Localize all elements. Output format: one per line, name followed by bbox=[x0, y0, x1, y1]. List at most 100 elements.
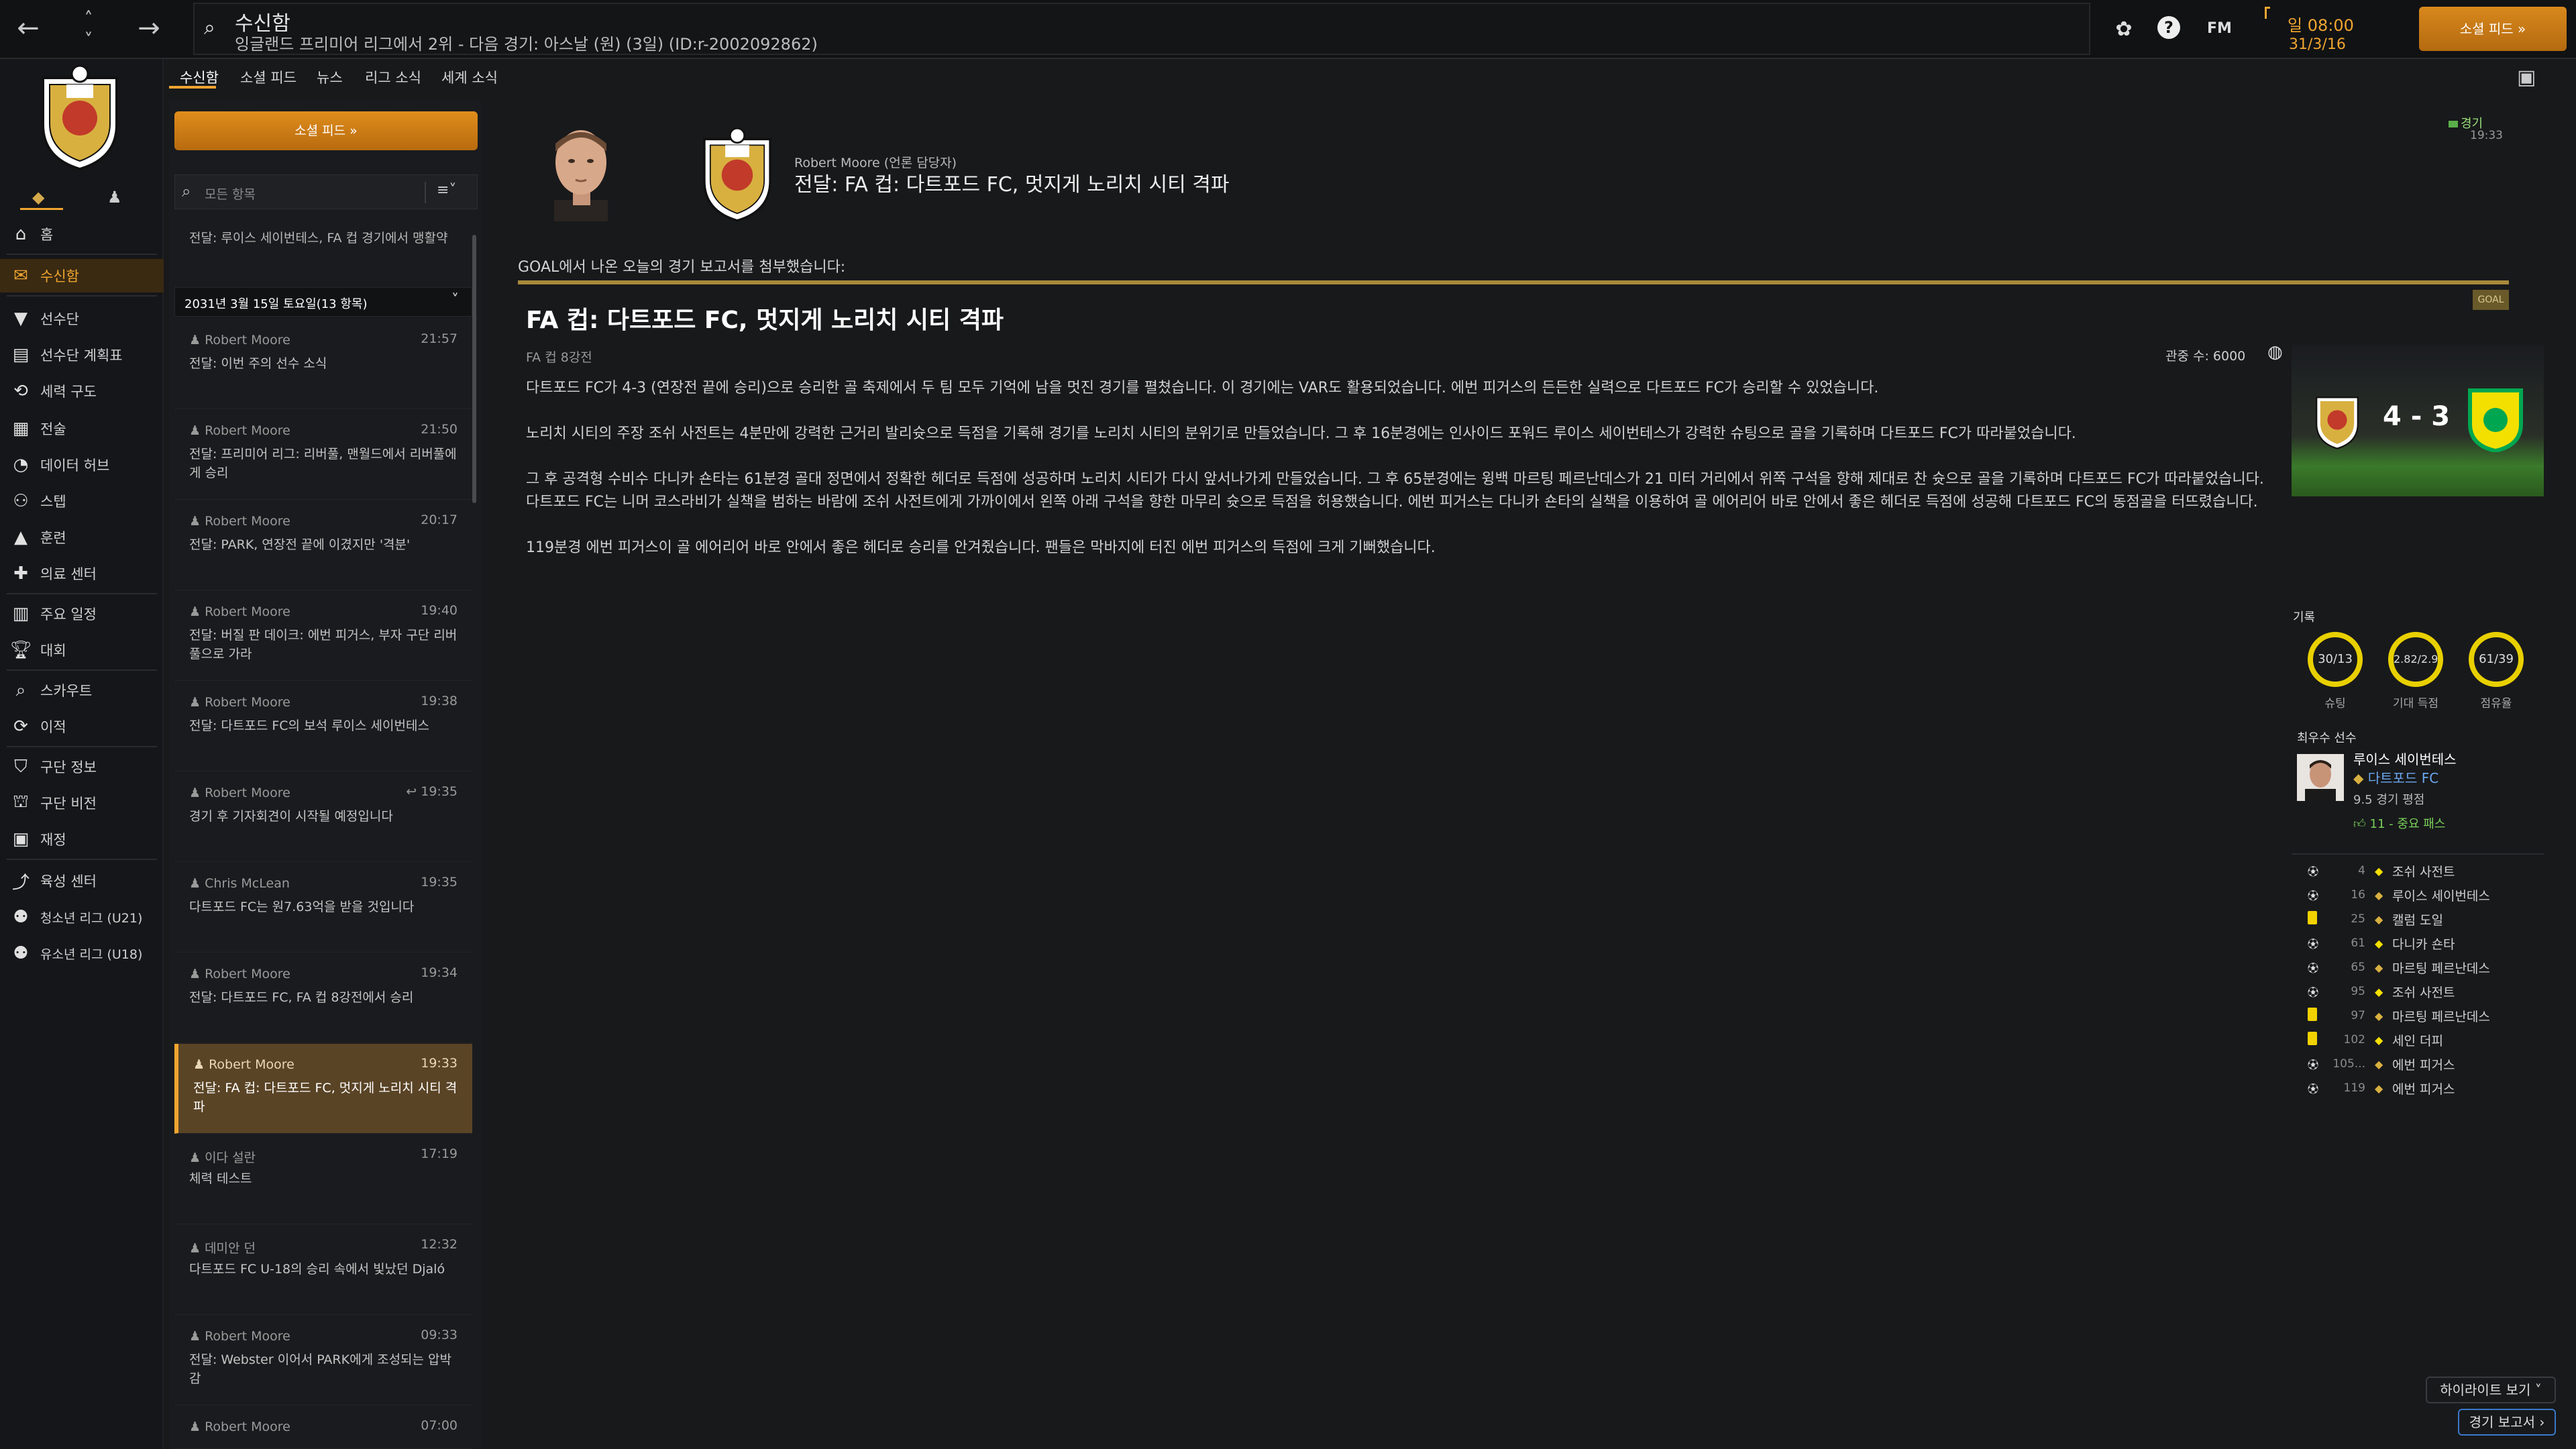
social-feed-button[interactable]: 소셜 피드 » bbox=[174, 111, 478, 150]
dartford-crest-icon: ◆ bbox=[2375, 1057, 2383, 1071]
tab-social-feed[interactable]: 소셜 피드 bbox=[240, 67, 297, 87]
nav-transfers[interactable]: ⟳ 이적 bbox=[0, 710, 164, 743]
nav-club-vision[interactable]: ⛫ 구단 비전 bbox=[0, 786, 164, 820]
source-badge: GOAL bbox=[2473, 290, 2509, 310]
nav-club-info[interactable]: ⛉ 구단 정보 bbox=[0, 750, 164, 784]
nav-u21-label: 청소년 리그 (U21) bbox=[40, 910, 143, 926]
message-subject: 다트포드 FC U-18의 승리 속에서 빛났던 Djaló bbox=[189, 1262, 445, 1277]
pinned-message[interactable]: 전달: 루이스 세이번테스, FA 컵 경기에서 맹활약 bbox=[189, 228, 471, 246]
nav-staff[interactable]: ⚇ 스텝 bbox=[0, 484, 164, 518]
club-info-icon: ⛉ bbox=[14, 756, 28, 777]
stat-shots-ring: 30/13 bbox=[2308, 632, 2363, 687]
club-icon[interactable]: ◆ bbox=[32, 188, 44, 207]
message-sender: ♟ Robert Moore bbox=[189, 695, 290, 710]
social-feed-top-button[interactable]: 소셜 피드 » bbox=[2419, 7, 2567, 51]
nav-squad-planner[interactable]: ▤ 선수단 계획표 bbox=[0, 338, 164, 372]
nav-club-vision-label: 구단 비전 bbox=[40, 796, 97, 812]
scouting-icon: ⌕ bbox=[15, 680, 26, 700]
match-score: 4 - 3 bbox=[2383, 401, 2451, 432]
list-item[interactable]: ♟ Robert Moore 20:17 전달: PARK, 연장전 끝에 이겼지만… bbox=[174, 500, 472, 590]
nav-training[interactable]: ▲ 훈련 bbox=[0, 521, 164, 554]
nav-schedule[interactable]: ▥ 주요 일정 bbox=[0, 597, 164, 631]
finance-icon: ▣ bbox=[12, 829, 30, 849]
nav-competitions[interactable]: 🏆︎ 대회 bbox=[0, 633, 164, 667]
list-item[interactable]: ♟ Robert Moore 19:40 전달: 버질 판 데이크: 에번 피거스,… bbox=[174, 591, 472, 681]
ball-icon: ⚽︎ bbox=[2308, 890, 2319, 902]
back-arrow-icon[interactable]: ← bbox=[15, 15, 42, 42]
nav-home[interactable]: ⌂ 홈 bbox=[0, 217, 164, 251]
list-item[interactable]: ♟ Robert Moore 19:38 전달: 다트포드 FC의 보석 루이스 세… bbox=[174, 682, 472, 771]
layout-icon[interactable]: ▣ bbox=[2517, 66, 2536, 89]
manager-icon[interactable]: ♟ bbox=[107, 188, 122, 207]
match-event: ⚽︎ 61 ◆ 다니카 숀타 bbox=[2308, 936, 2455, 952]
nav-medical-label: 의료 센터 bbox=[40, 566, 97, 582]
active-tab-indicator bbox=[169, 86, 216, 89]
top-bar: ← ˄ ˅ → ⌕ 수신함 잉글랜드 프리미어 리그에서 2위 - 다음 경기:… bbox=[0, 0, 2576, 59]
tab-inbox[interactable]: 수신함 bbox=[180, 67, 219, 87]
yellow-card-icon bbox=[2308, 911, 2328, 927]
nav-schedule-label: 주요 일정 bbox=[40, 606, 97, 623]
search-bar[interactable]: ⌕ 수신함 잉글랜드 프리미어 리그에서 2위 - 다음 경기: 아스날 (원)… bbox=[193, 3, 2090, 55]
list-item[interactable]: ♟ Robert Moore ↩ 19:35 경기 후 기자회견이 시작될 예정입니… bbox=[174, 772, 472, 862]
nav-inbox[interactable]: ✉ 수신함 bbox=[0, 259, 164, 292]
nav-squad[interactable]: ▼ 선수단 bbox=[0, 302, 164, 335]
list-item[interactable]: ♟ Robert Moore 07:00 bbox=[174, 1406, 472, 1449]
list-scrollbar[interactable] bbox=[472, 235, 476, 503]
motm-club[interactable]: ◆ 다트포드 FC bbox=[2353, 767, 2438, 787]
inbox-message-list: 소셜 피드 » ⌕ 모든 항목 ≡˅ 전달: 루이스 세이번테스, FA 컵 경… bbox=[169, 101, 482, 1449]
list-item[interactable]: ♟ 이다 설란 17:19 체력 테스트 bbox=[174, 1134, 472, 1224]
match-event: ⚽︎ 105... ◆ 에번 피거스 bbox=[2308, 1057, 2455, 1073]
list-item[interactable]: ♟ Robert Moore 19:34 전달: 다트포드 FC, FA 컵 8강전… bbox=[174, 953, 472, 1043]
highlights-button[interactable]: 하이라이트 보기 ˅ bbox=[2426, 1377, 2556, 1403]
forward-arrow-icon[interactable]: → bbox=[136, 15, 162, 42]
date-group-header[interactable]: 2031년 3월 15일 토요일(13 항목) ˅ bbox=[174, 287, 472, 317]
nav-medical[interactable]: ✚ 의료 센터 bbox=[0, 557, 164, 590]
filter-menu-icon[interactable]: ≡˅ bbox=[437, 182, 456, 199]
status-dot-icon bbox=[2449, 121, 2458, 127]
fm-menu-button[interactable]: FM bbox=[2207, 20, 2232, 37]
tab-league-news[interactable]: 리그 소식 bbox=[365, 67, 421, 87]
globe-icon[interactable]: ✿ bbox=[2110, 16, 2137, 43]
nav-scouting[interactable]: ⌕ 스카우트 bbox=[0, 674, 164, 707]
tab-news[interactable]: 뉴스 bbox=[317, 67, 343, 87]
nav-finances[interactable]: ▣ 재정 bbox=[0, 822, 164, 856]
match-report-button[interactable]: 경기 보고서 › bbox=[2458, 1409, 2556, 1436]
help-icon[interactable]: ? bbox=[2157, 16, 2180, 39]
nav-development[interactable]: ⤴ 육성 센터 bbox=[0, 864, 164, 898]
match-event: ⚽︎ 119 ◆ 에번 피거스 bbox=[2308, 1081, 2455, 1097]
corner-deco bbox=[2265, 7, 2270, 19]
list-item[interactable]: ♟ 데미안 던 12:32 다트포드 FC U-18의 승리 속에서 빛났던 Dja… bbox=[174, 1225, 472, 1315]
nav-tactics[interactable]: ▦ 전술 bbox=[0, 412, 164, 445]
list-item-selected[interactable]: ♟ Robert Moore 19:33 전달: FA 컵: 다트포드 FC, 멋지… bbox=[174, 1044, 472, 1134]
reply-icon: ↩ bbox=[406, 784, 421, 799]
message-sender: ♟ Robert Moore bbox=[193, 1057, 294, 1072]
norwich-crest-icon: ◆ bbox=[2375, 985, 2383, 998]
list-item[interactable]: ♟ Robert Moore 21:50 전달: 프리미어 리그: 리버풀, 맨월드… bbox=[174, 410, 472, 500]
ball-icon: ⚽︎ bbox=[2308, 962, 2319, 975]
current-date: 31/3/16 bbox=[2289, 36, 2346, 53]
nav-dynamics[interactable]: ⟲ 세력 구도 bbox=[0, 374, 164, 408]
nav-data-hub[interactable]: ◔ 데이터 허브 bbox=[0, 448, 164, 482]
dartford-crest-icon: ◆ bbox=[2375, 888, 2383, 902]
match-event: ⚽︎ 4 ◆ 조쉬 사전트 bbox=[2308, 864, 2455, 879]
chevron-down-icon[interactable]: ˅ bbox=[75, 27, 102, 54]
date-continue[interactable]: 일 08:00 31/3/16 bbox=[2265, 7, 2396, 54]
match-report-label: 경기 보고서 bbox=[2469, 1414, 2535, 1430]
list-item[interactable]: ♟ Robert Moore 21:57 전달: 이번 주의 선수 소식 bbox=[174, 319, 472, 409]
list-item[interactable]: ♟ Robert Moore 09:33 전달: Webster 이어서 PARK에… bbox=[174, 1316, 472, 1405]
motm-avatar[interactable] bbox=[2297, 754, 2344, 801]
nav-u21[interactable]: ⚉ 청소년 리그 (U21) bbox=[0, 900, 164, 934]
club-crest[interactable] bbox=[30, 64, 130, 172]
report-paragraph: 119분경 에번 피거스이 골 에어리어 바로 안에서 좋은 헤더로 승리를 안… bbox=[526, 539, 1436, 556]
nav-u18[interactable]: ⚉ 유소년 리그 (U18) bbox=[0, 936, 164, 970]
scoreboard[interactable]: 4 - 3 bbox=[2292, 345, 2544, 496]
report-paragraph: 그 후 공격형 수비수 다니카 숀타는 61분경 골대 정면에서 정확한 헤더로… bbox=[526, 471, 2264, 511]
list-item[interactable]: ♟ Chris McLean 19:35 다트포드 FC는 원7.63억을 받을 것… bbox=[174, 863, 472, 953]
tab-world-news[interactable]: 세계 소식 bbox=[441, 67, 498, 87]
message-time: 19:34 bbox=[421, 965, 458, 980]
dartford-crest-icon: ◆ bbox=[2375, 1009, 2383, 1022]
motm-name[interactable]: 루이스 세이번테스 bbox=[2353, 749, 2457, 768]
message-subject: 전달: Webster 이어서 PARK에게 조성되는 압박감 bbox=[189, 1352, 452, 1386]
nav-divider bbox=[7, 254, 157, 255]
inbox-search-input[interactable]: ⌕ 모든 항목 ≡˅ bbox=[174, 174, 478, 209]
